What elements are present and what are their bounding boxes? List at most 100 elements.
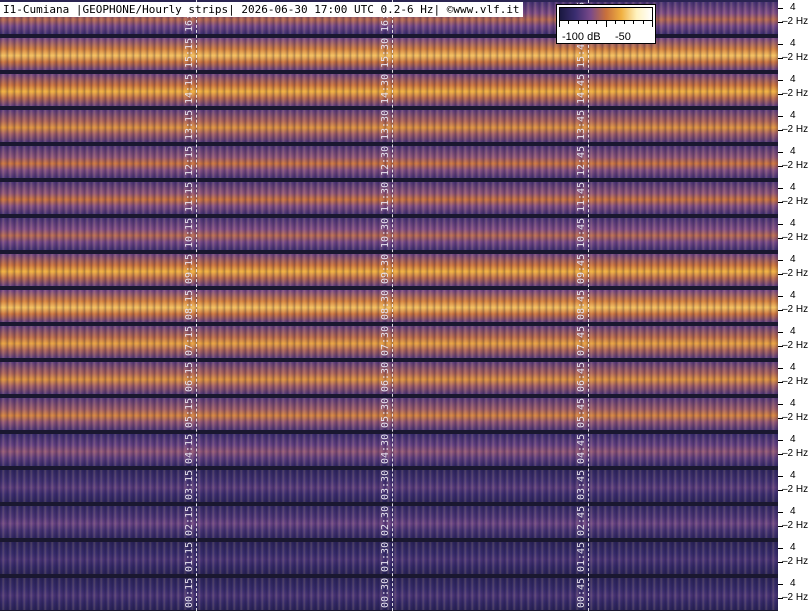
quarter-hour-gridline (196, 0, 197, 611)
frequency-label-upper: 4 (790, 182, 796, 193)
frequency-label-upper: 4 (790, 38, 796, 49)
frequency-axis-row: 4 –2 Hz (778, 144, 812, 180)
frequency-label-upper: 4 (790, 542, 796, 553)
colorbar-legend: -100 dB -50 (556, 4, 656, 44)
frequency-label-upper: 4 (790, 110, 796, 121)
frequency-tick (778, 116, 783, 117)
time-label: 12:15 (184, 145, 195, 176)
frequency-axis-row: 4 –2 Hz (778, 36, 812, 72)
frequency-axis-row: 4 –2 Hz (778, 0, 812, 36)
frequency-tick (778, 260, 783, 261)
colorbar-tick (605, 21, 607, 27)
frequency-axis-row: 4 –2 Hz (778, 468, 812, 504)
time-label: 11:15 (184, 181, 195, 212)
frequency-axis-row: 4 –2 Hz (778, 252, 812, 288)
colorbar-ticks (559, 21, 653, 27)
frequency-label-lower: –2 Hz (782, 556, 809, 567)
frequency-axis-row: 4 –2 Hz (778, 108, 812, 144)
frequency-tick (778, 80, 783, 81)
time-label: 05:15 (184, 397, 195, 428)
frequency-axis-row: 4 –2 Hz (778, 432, 812, 468)
colorbar-tick (652, 21, 653, 27)
time-label: 06:45 (576, 361, 587, 392)
time-label: 00:30 (380, 577, 391, 608)
time-label: 09:30 (380, 253, 391, 284)
colorbar-tick (559, 21, 560, 27)
frequency-tick (778, 404, 783, 405)
colorbar-tick (642, 21, 644, 24)
frequency-label-lower: –2 Hz (782, 124, 809, 135)
time-label: 07:45 (576, 325, 587, 356)
time-label: 09:15 (184, 253, 195, 284)
frequency-label-lower: –2 Hz (782, 196, 809, 207)
frequency-tick (778, 188, 783, 189)
time-label: 05:30 (380, 397, 391, 428)
frequency-tick (778, 152, 783, 153)
frequency-label-lower: –2 Hz (782, 160, 809, 171)
time-label: 14:15 (184, 73, 195, 104)
time-label: 02:30 (380, 505, 391, 536)
colorbar-tick (596, 21, 598, 24)
time-label: 14:45 (576, 73, 587, 104)
frequency-label-lower: –2 Hz (782, 520, 809, 531)
time-label: 07:30 (380, 325, 391, 356)
time-label: 07:15 (184, 325, 195, 356)
frequency-axis-row: 4 –2 Hz (778, 288, 812, 324)
frequency-axis-row: 4 –2 Hz (778, 504, 812, 540)
frequency-tick (778, 584, 783, 585)
frequency-label-upper: 4 (790, 146, 796, 157)
time-label: 08:45 (576, 289, 587, 320)
time-label: 01:15 (184, 541, 195, 572)
colorbar-label-high: -50 (615, 31, 631, 43)
colorbar-tick (633, 21, 635, 24)
frequency-label-lower: –2 Hz (782, 340, 809, 351)
time-label: 00:15 (184, 577, 195, 608)
colorbar-tick (624, 21, 626, 24)
colorbar-tick (568, 21, 570, 24)
time-label: 06:30 (380, 361, 391, 392)
quarter-hour-gridline (392, 0, 393, 611)
frequency-tick (778, 44, 783, 45)
time-label: 10:30 (380, 217, 391, 248)
time-label: 04:15 (184, 433, 195, 464)
frequency-label-upper: 4 (790, 2, 796, 13)
frequency-axis-row: 4 –2 Hz (778, 324, 812, 360)
frequency-axis-row: 4 –2 Hz (778, 540, 812, 576)
colorbar-tick (614, 21, 616, 24)
time-label: 15:30 (380, 37, 391, 68)
time-label: 03:15 (184, 469, 195, 500)
frequency-label-upper: 4 (790, 506, 796, 517)
frequency-label-upper: 4 (790, 398, 796, 409)
time-label: 01:30 (380, 541, 391, 572)
frequency-label-lower: –2 Hz (782, 412, 809, 423)
time-label: 10:15 (184, 217, 195, 248)
frequency-label-lower: –2 Hz (782, 232, 809, 243)
frequency-axis-row: 4 –2 Hz (778, 216, 812, 252)
frequency-label-lower: –2 Hz (782, 484, 809, 495)
frequency-label-upper: 4 (790, 74, 796, 85)
frequency-label-upper: 4 (790, 362, 796, 373)
spectrogram-area: 16:1516:3016:4515:1515:3015:4514:1514:30… (0, 0, 778, 611)
frequency-label-lower: –2 Hz (782, 88, 809, 99)
time-label: 11:45 (576, 181, 587, 212)
time-label: 08:30 (380, 289, 391, 320)
frequency-tick (778, 476, 783, 477)
frequency-tick (778, 296, 783, 297)
time-label: 04:30 (380, 433, 391, 464)
frequency-label-upper: 4 (790, 470, 796, 481)
frequency-axis: 4 –2 Hz 4 –2 Hz 4 –2 Hz 4 –2 Hz 4 –2 Hz 4 –2 Hz 4 –2 … (778, 0, 812, 611)
frequency-label-lower: –2 Hz (782, 304, 809, 315)
chart-title: I1-Cumiana |GEOPHONE/Hourly strips| 2026… (0, 2, 523, 17)
colorbar-label-low: -100 dB (562, 31, 601, 43)
quarter-hour-gridline (588, 0, 589, 611)
frequency-axis-row: 4 –2 Hz (778, 360, 812, 396)
frequency-axis-row: 4 –2 Hz (778, 72, 812, 108)
time-label: 10:45 (576, 217, 587, 248)
time-label: 11:30 (380, 181, 391, 212)
frequency-label-lower: –2 Hz (782, 268, 809, 279)
frequency-label-lower: –2 Hz (782, 52, 809, 63)
colorbar-tick (586, 21, 588, 24)
frequency-tick (778, 440, 783, 441)
time-label: 13:30 (380, 109, 391, 140)
time-label: 15:15 (184, 37, 195, 68)
